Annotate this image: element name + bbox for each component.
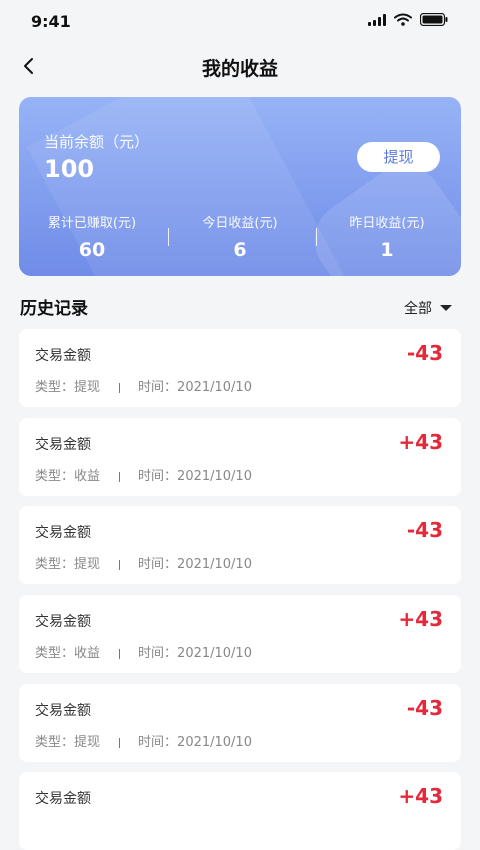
history-title: 历史记录 xyxy=(20,299,88,319)
record-title: 交易金额 xyxy=(35,348,91,364)
list-item[interactable]: 交易金额 +43 xyxy=(19,772,461,850)
meta-divider xyxy=(119,382,121,393)
record-type: 收益 xyxy=(74,469,101,484)
caret-down-icon xyxy=(440,305,452,311)
filter-dropdown[interactable]: 全部 xyxy=(404,298,452,318)
record-meta: 类型：收益 时间：2021/10/10 xyxy=(35,642,252,661)
type-label: 类型： xyxy=(35,735,75,750)
record-title: 交易金额 xyxy=(35,437,91,453)
status-bar: 9:41 xyxy=(0,0,480,44)
record-type: 提现 xyxy=(74,380,101,395)
filter-label: 全部 xyxy=(404,301,432,317)
balance-card: 当前余额（元） 100 提现 累计已赚取(元) 60 今日收益(元) 6 昨日收… xyxy=(19,97,461,276)
nav-bar: 我的收益 xyxy=(0,44,480,88)
record-time: 2021/10/10 xyxy=(177,735,252,750)
time-label: 时间： xyxy=(138,735,178,750)
meta-divider xyxy=(119,559,121,570)
type-label: 类型： xyxy=(35,557,75,572)
stat-label: 累计已赚取(元) xyxy=(47,216,137,231)
time-label: 时间： xyxy=(138,557,178,572)
record-amount: -43 xyxy=(406,696,443,720)
time-label: 时间： xyxy=(138,646,178,661)
time-label: 时间： xyxy=(138,469,178,484)
stat-label: 今日收益(元) xyxy=(202,216,278,231)
battery-icon xyxy=(420,13,448,26)
stat-today-earnings: 今日收益(元) 6 xyxy=(167,212,313,261)
list-item[interactable]: 交易金额 +43 类型：收益 时间：2021/10/10 xyxy=(19,595,461,673)
record-title: 交易金额 xyxy=(35,614,91,630)
meta-divider xyxy=(119,471,121,482)
type-label: 类型： xyxy=(35,469,75,484)
stat-label: 昨日收益(元) xyxy=(349,216,425,231)
stat-value: 1 xyxy=(380,239,394,261)
stat-value: 60 xyxy=(78,239,106,261)
time-label: 时间： xyxy=(138,380,178,395)
status-time: 9:41 xyxy=(31,12,71,31)
stat-yesterday-earnings: 昨日收益(元) 1 xyxy=(314,212,460,261)
record-title: 交易金额 xyxy=(35,791,91,807)
page-title: 我的收益 xyxy=(201,58,278,80)
status-icons xyxy=(368,13,448,26)
list-item[interactable]: 交易金额 -43 类型：提现 时间：2021/10/10 xyxy=(19,506,461,584)
record-time: 2021/10/10 xyxy=(177,646,252,661)
record-amount: +43 xyxy=(398,784,443,808)
record-amount: -43 xyxy=(406,518,443,542)
record-type: 提现 xyxy=(74,735,101,750)
stat-value: 6 xyxy=(233,239,247,261)
record-type: 提现 xyxy=(74,557,101,572)
record-meta: 类型：提现 时间：2021/10/10 xyxy=(35,553,252,572)
record-title: 交易金额 xyxy=(35,703,91,719)
record-time: 2021/10/10 xyxy=(177,557,252,572)
record-time: 2021/10/10 xyxy=(177,469,252,484)
meta-divider xyxy=(119,737,121,748)
withdraw-button[interactable]: 提现 xyxy=(357,142,440,172)
record-meta: 类型：提现 时间：2021/10/10 xyxy=(35,376,252,395)
stat-total-earned: 累计已赚取(元) 60 xyxy=(19,212,165,261)
record-time: 2021/10/10 xyxy=(177,380,252,395)
signal-icon xyxy=(368,13,386,26)
record-title: 交易金额 xyxy=(35,525,91,541)
balance-value: 100 xyxy=(44,155,95,183)
record-type: 收益 xyxy=(74,646,101,661)
list-item[interactable]: 交易金额 +43 类型：收益 时间：2021/10/10 xyxy=(19,418,461,496)
wifi-icon xyxy=(394,13,412,26)
record-amount: -43 xyxy=(406,341,443,365)
type-label: 类型： xyxy=(35,380,75,395)
record-meta: 类型：收益 时间：2021/10/10 xyxy=(35,465,252,484)
list-item[interactable]: 交易金额 -43 类型：提现 时间：2021/10/10 xyxy=(19,684,461,762)
balance-label: 当前余额（元） xyxy=(44,133,150,151)
meta-divider xyxy=(119,648,121,659)
list-item[interactable]: 交易金额 -43 类型：提现 时间：2021/10/10 xyxy=(19,329,461,407)
record-amount: +43 xyxy=(398,430,443,454)
record-meta: 类型：提现 时间：2021/10/10 xyxy=(35,731,252,750)
type-label: 类型： xyxy=(35,646,75,661)
record-amount: +43 xyxy=(398,607,443,631)
